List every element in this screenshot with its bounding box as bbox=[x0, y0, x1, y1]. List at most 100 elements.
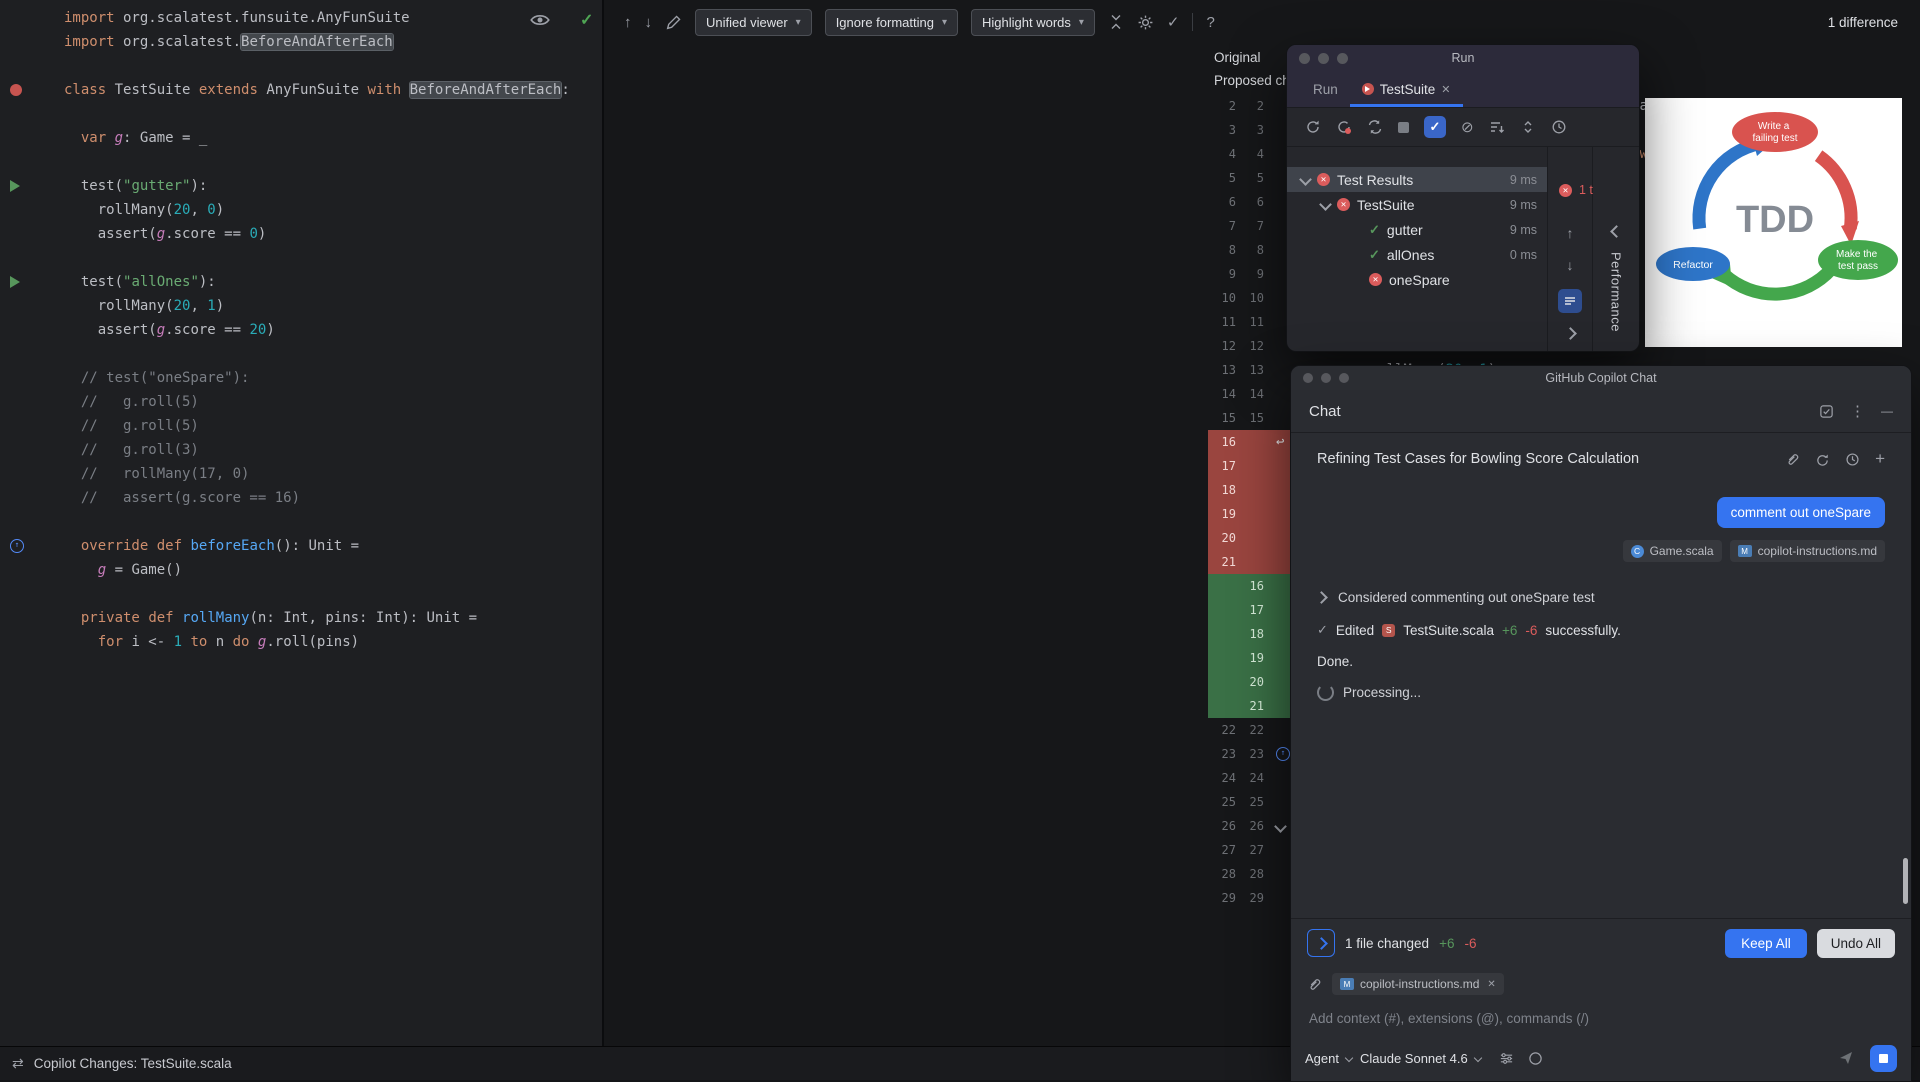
chat-input[interactable] bbox=[1307, 1009, 1895, 1027]
context-chip-game-scala[interactable]: C Game.scala bbox=[1622, 540, 1722, 562]
tab-run-label: Run bbox=[1313, 81, 1338, 97]
user-message-bubble: comment out oneSpare bbox=[1716, 497, 1885, 528]
history-icon[interactable] bbox=[1845, 452, 1860, 467]
edit-icon[interactable] bbox=[665, 14, 682, 31]
tree-row-allones[interactable]: ✓ allOnes 0 ms bbox=[1287, 242, 1547, 267]
run-class-icon[interactable] bbox=[10, 84, 22, 96]
editor-gutter bbox=[0, 30, 40, 54]
tree-row-test-results[interactable]: ✕ Test Results 9 ms bbox=[1287, 167, 1547, 192]
tab-chat[interactable]: Chat bbox=[1309, 403, 1341, 420]
close-tab-icon[interactable]: ✕ bbox=[1441, 83, 1450, 96]
help-icon[interactable]: ? bbox=[1206, 14, 1214, 31]
toggle-auto-test-icon[interactable] bbox=[1367, 119, 1383, 135]
diff-line-number-left: 15 bbox=[1221, 411, 1236, 425]
tree-row-gutter[interactable]: ✓ gutter 9 ms bbox=[1287, 217, 1547, 242]
failed-tests-badge[interactable]: ✕ 1 t bbox=[1559, 183, 1593, 197]
tab-run[interactable]: Run bbox=[1301, 71, 1350, 107]
diff-line-number-left: 7 bbox=[1228, 219, 1236, 233]
tools-icon[interactable] bbox=[1499, 1051, 1514, 1066]
minimize-window-button[interactable] bbox=[1321, 373, 1331, 383]
status-copilot-changes[interactable]: Copilot Changes: TestSuite.scala bbox=[34, 1056, 232, 1071]
lines-added: +6 bbox=[1501, 622, 1518, 638]
send-icon[interactable] bbox=[1838, 1050, 1854, 1066]
code-text: // rollMany(17, 0) bbox=[64, 466, 250, 482]
apply-changes-icon[interactable]: ✓ bbox=[1167, 13, 1180, 31]
close-window-button[interactable] bbox=[1299, 52, 1310, 64]
chat-window-titlebar: GitHub Copilot Chat bbox=[1291, 366, 1911, 390]
thought-row[interactable]: Considered commenting out oneSpare test bbox=[1315, 590, 1885, 605]
formatting-mode-dropdown[interactable]: Ignore formatting ▾ bbox=[824, 8, 958, 36]
redo-icon[interactable] bbox=[1815, 452, 1830, 467]
scala-file-icon: S bbox=[1382, 623, 1396, 637]
more-options-icon[interactable]: ⋮ bbox=[1850, 402, 1865, 420]
usage-circle-icon[interactable] bbox=[1528, 1051, 1543, 1066]
keep-all-button[interactable]: Keep All bbox=[1725, 928, 1807, 958]
class-file-icon: C bbox=[1630, 544, 1644, 558]
stop-icon[interactable] bbox=[1398, 121, 1409, 133]
code-line: g = Game() bbox=[0, 558, 602, 582]
zoom-window-button[interactable] bbox=[1339, 373, 1349, 383]
expand-collapse-icon[interactable] bbox=[1520, 119, 1536, 135]
undo-all-button[interactable]: Undo All bbox=[1816, 928, 1895, 958]
test-history-icon[interactable] bbox=[1551, 119, 1567, 135]
paperclip-icon[interactable] bbox=[1307, 977, 1322, 992]
new-chat-icon[interactable]: + bbox=[1875, 449, 1885, 469]
attachment-chip[interactable]: M copilot-instructions.md ✕ bbox=[1332, 973, 1504, 995]
minimize-panel-icon[interactable]: — bbox=[1881, 404, 1893, 418]
settings-gear-icon[interactable] bbox=[1137, 14, 1154, 31]
stop-generating-button[interactable] bbox=[1870, 1044, 1897, 1072]
highlighting-eye-icon[interactable] bbox=[530, 10, 550, 30]
context-chip-copilot-instructions[interactable]: M copilot-instructions.md bbox=[1729, 540, 1885, 562]
chat-scrollbar[interactable] bbox=[1903, 858, 1908, 904]
agent-mode-select[interactable]: Agent bbox=[1305, 1051, 1354, 1066]
run-test-icon[interactable] bbox=[10, 276, 20, 288]
rerun-tests-icon[interactable] bbox=[1305, 119, 1321, 135]
previous-change-icon[interactable]: ↑ bbox=[624, 14, 632, 31]
editor-gutter bbox=[0, 630, 40, 654]
tree-row-onespare[interactable]: ✕ oneSpare bbox=[1287, 267, 1547, 292]
minimize-window-button[interactable] bbox=[1318, 52, 1329, 64]
next-occurrence-icon[interactable]: ↓ bbox=[1567, 257, 1574, 273]
view-options-icon[interactable] bbox=[1558, 289, 1582, 313]
run-toolbar: ✓ ⊘ bbox=[1287, 108, 1639, 147]
attachment-icon[interactable] bbox=[1785, 452, 1800, 467]
rerun-failed-tests-icon[interactable] bbox=[1336, 119, 1352, 135]
checkbox-icon[interactable] bbox=[1819, 404, 1834, 419]
viewer-mode-dropdown[interactable]: Unified viewer ▾ bbox=[695, 8, 812, 36]
model-select[interactable]: Claude Sonnet 4.6 bbox=[1360, 1051, 1482, 1066]
inspections-ok-icon[interactable]: ✓ bbox=[580, 10, 593, 30]
svg-text:Write a failing test: Write a failing test bbox=[1752, 121, 1797, 144]
markdown-file-icon: M bbox=[1340, 978, 1354, 990]
expand-rail-icon[interactable] bbox=[1563, 327, 1577, 340]
highlight-mode-label: Highlight words bbox=[982, 14, 1071, 30]
processing-row: Processing... bbox=[1317, 684, 1885, 701]
revert-change-icon[interactable]: ↩ bbox=[1276, 435, 1284, 449]
tab-performance[interactable]: Performance bbox=[1609, 252, 1624, 332]
remove-attachment-icon[interactable]: ✕ bbox=[1487, 979, 1495, 990]
close-window-button[interactable] bbox=[1303, 373, 1313, 383]
show-ignored-toggle[interactable]: ⊘ bbox=[1461, 118, 1474, 136]
sort-tests-icon[interactable] bbox=[1489, 119, 1505, 135]
tree-row-testsuite[interactable]: ✕ TestSuite 9 ms bbox=[1287, 192, 1547, 217]
chevron-right-icon[interactable] bbox=[1315, 591, 1328, 604]
previous-occurrence-icon[interactable]: ↑ bbox=[1567, 225, 1574, 241]
edited-file-name[interactable]: TestSuite.scala bbox=[1403, 623, 1494, 638]
chevron-down-icon[interactable] bbox=[1319, 198, 1332, 211]
override-marker-icon[interactable]: ↑ bbox=[10, 539, 24, 553]
changes-bar: 1 file changed +6 -6 Keep All Undo All bbox=[1291, 918, 1911, 967]
expand-changes-button[interactable] bbox=[1307, 929, 1335, 957]
fold-chevron-icon[interactable] bbox=[1274, 819, 1287, 833]
zoom-window-button[interactable] bbox=[1337, 52, 1348, 64]
highlight-mode-dropdown[interactable]: Highlight words ▾ bbox=[971, 8, 1095, 36]
chevron-down-icon[interactable] bbox=[1299, 173, 1312, 186]
collapse-strip-icon[interactable] bbox=[1609, 225, 1623, 238]
make-test-pass-badge bbox=[1818, 240, 1898, 280]
collapse-unchanged-icon[interactable] bbox=[1108, 14, 1124, 30]
tab-testsuite[interactable]: TestSuite ✕ bbox=[1350, 71, 1463, 107]
run-test-icon[interactable] bbox=[10, 180, 20, 192]
show-passed-toggle[interactable]: ✓ bbox=[1424, 116, 1446, 138]
next-change-icon[interactable]: ↓ bbox=[645, 14, 653, 31]
code-line: test("allOnes"): bbox=[0, 270, 602, 294]
override-marker-icon[interactable]: ↑ bbox=[1276, 747, 1290, 761]
diff-line-number-right: 14 bbox=[1249, 387, 1264, 401]
